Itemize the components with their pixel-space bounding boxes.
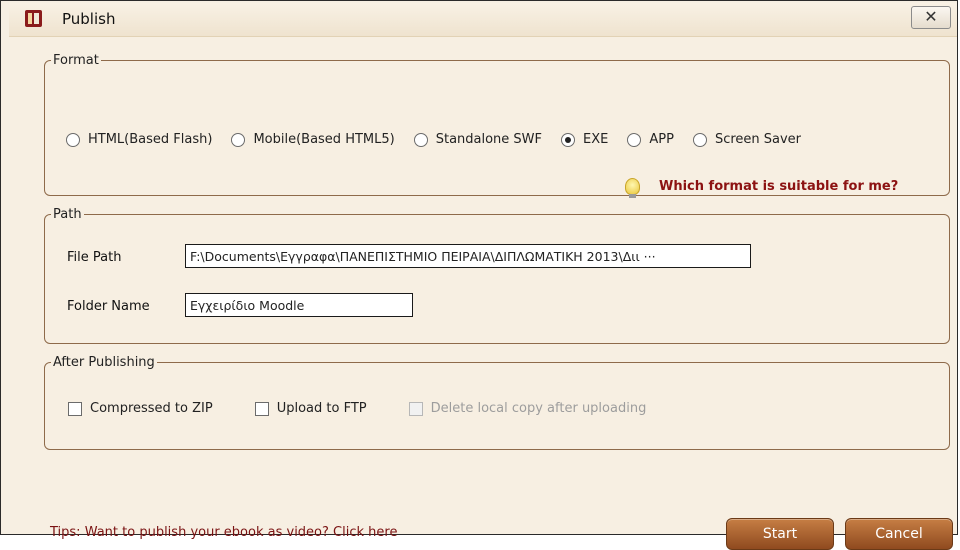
format-help-link[interactable]: Which format is suitable for me? xyxy=(625,178,898,198)
format-option-label: Standalone SWF xyxy=(435,132,543,147)
folder-name-input[interactable]: Εγχειρίδιο Moodle xyxy=(185,293,413,317)
checkbox[interactable] xyxy=(68,401,82,416)
cancel-button[interactable]: Cancel xyxy=(845,518,953,550)
radio-button[interactable] xyxy=(627,132,642,147)
format-options: HTML(Based Flash) Mobile(Based HTML5) St… xyxy=(66,132,820,147)
format-help-text[interactable]: Which format is suitable for me? xyxy=(659,179,898,194)
format-option-exe[interactable]: EXE xyxy=(561,132,608,147)
path-legend: Path xyxy=(53,207,82,222)
format-option-label: Mobile(Based HTML5) xyxy=(253,132,395,147)
dialog-content: Format HTML(Based Flash) Mobile(Based HT… xyxy=(10,37,956,550)
radio-button[interactable] xyxy=(692,132,707,147)
format-option-standalone-swf[interactable]: Standalone SWF xyxy=(413,132,543,147)
radio-button[interactable] xyxy=(66,132,80,147)
delete-local-copy-label: Delete local copy after uploading xyxy=(430,401,647,416)
upload-ftp-label: Upload to FTP xyxy=(276,401,367,416)
format-option-html-flash[interactable]: HTML(Based Flash) xyxy=(66,132,212,147)
radio-button[interactable] xyxy=(413,132,428,147)
publish-dialog: Publish ✕ Format HTML(Based Flash) Mobil… xyxy=(0,0,958,550)
compress-zip-option[interactable]: Compressed to ZIP xyxy=(68,401,213,416)
close-button[interactable]: ✕ xyxy=(911,6,951,29)
format-option-label: Screen Saver xyxy=(714,132,802,147)
radio-button[interactable] xyxy=(231,132,246,147)
format-option-screen-saver[interactable]: Screen Saver xyxy=(692,132,802,147)
format-option-label: EXE xyxy=(583,132,609,147)
start-button[interactable]: Start xyxy=(726,518,834,550)
compress-zip-label: Compressed to ZIP xyxy=(90,401,213,416)
upload-ftp-option[interactable]: Upload to FTP xyxy=(254,401,367,416)
window-title: Publish xyxy=(62,10,116,28)
format-option-label: HTML(Based Flash) xyxy=(88,132,213,147)
video-publish-tip-link[interactable]: Tips: Want to publish your ebook as vide… xyxy=(50,525,397,540)
folder-name-label: Folder Name xyxy=(67,299,150,314)
format-option-label: APP xyxy=(649,132,674,147)
delete-local-copy-option: Delete local copy after uploading xyxy=(408,401,647,416)
file-path-label: File Path xyxy=(67,250,122,265)
format-group: Format xyxy=(44,53,950,196)
app-book-icon xyxy=(25,10,42,27)
path-group: Path xyxy=(44,207,950,344)
after-publishing-legend: After Publishing xyxy=(53,355,155,370)
title-bar: Publish ✕ xyxy=(9,3,957,37)
format-legend: Format xyxy=(53,53,99,68)
checkbox-disabled xyxy=(408,401,423,416)
format-option-mobile-html5[interactable]: Mobile(Based HTML5) xyxy=(231,132,395,147)
format-option-app[interactable]: APP xyxy=(627,132,674,147)
after-publishing-options: Compressed to ZIP Upload to FTP Delete l… xyxy=(68,401,688,416)
radio-button-selected[interactable] xyxy=(561,132,576,147)
file-path-input[interactable]: F:\Documents\Εγγραφα\ΠΑΝΕΠΙΣΤΗΜΙΟ ΠΕΙΡΑΙ… xyxy=(185,244,751,268)
lightbulb-icon xyxy=(625,178,640,198)
checkbox[interactable] xyxy=(254,401,269,416)
